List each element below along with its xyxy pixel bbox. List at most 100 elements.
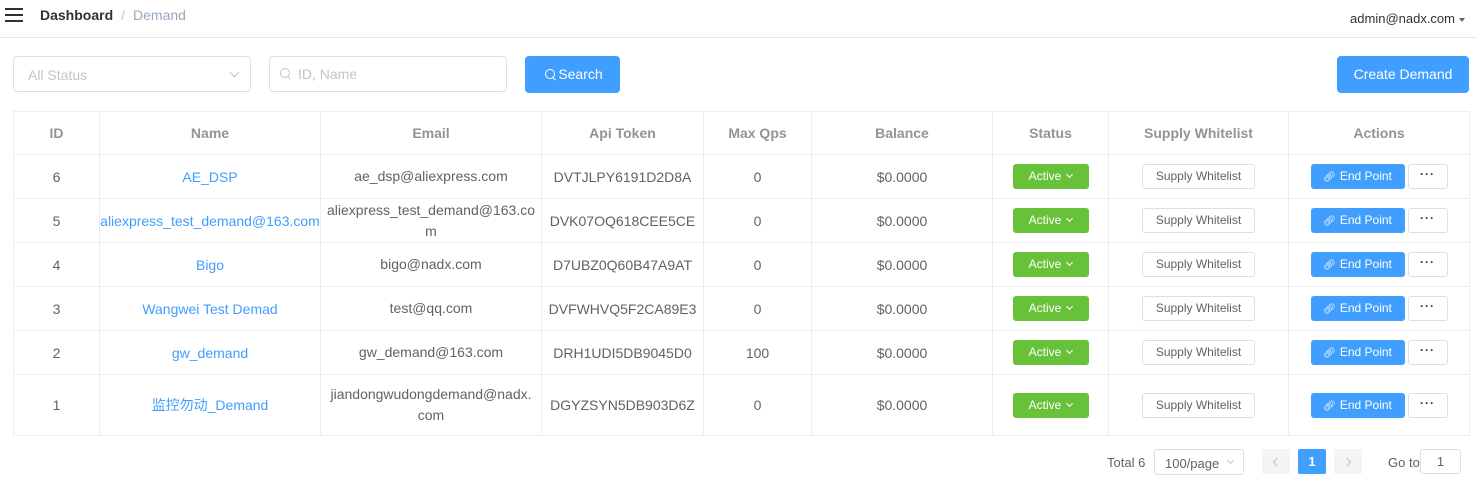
status-label: Active xyxy=(1028,169,1062,183)
cell-balance: $0.0000 xyxy=(811,198,993,243)
status-label: Active xyxy=(1028,213,1062,227)
status-dropdown-button[interactable]: Active xyxy=(1012,208,1089,233)
goto-page-input[interactable] xyxy=(1420,449,1461,474)
paperclip-icon: 🔗︎ xyxy=(1323,400,1336,412)
cell-api-token: DVFWHVQ5F2CA89E3 xyxy=(541,286,704,331)
chevron-down-icon xyxy=(1066,302,1074,311)
search-icon xyxy=(280,68,291,79)
cell-balance: $0.0000 xyxy=(811,242,993,287)
more-actions-button[interactable]: ··· xyxy=(1407,252,1448,277)
cell-api-token: DGYZSYN5DB903D6Z xyxy=(541,374,704,436)
end-point-button[interactable]: 🔗︎ End Point xyxy=(1310,208,1405,233)
table-row: 6 AE_DSP ae_dsp@aliexpress.com DVTJLPY61… xyxy=(13,154,1470,199)
end-point-button[interactable]: 🔗︎ End Point xyxy=(1310,164,1405,189)
demand-name-link[interactable]: Wangwei Test Demad xyxy=(142,301,277,317)
status-filter-select[interactable]: All Status xyxy=(13,56,251,92)
cell-email: aliexpress_test_demand@163.com xyxy=(320,198,542,243)
cell-max-qps: 0 xyxy=(703,374,812,436)
more-actions-button[interactable]: ··· xyxy=(1407,392,1448,418)
next-page-button[interactable] xyxy=(1334,449,1362,474)
demand-name-link[interactable]: 监控勿动_Demand xyxy=(152,397,269,413)
demand-name-link[interactable]: gw_demand xyxy=(172,345,248,361)
cell-api-token: D7UBZ0Q60B47A9AT xyxy=(541,242,704,287)
column-header-max-qps: Max Qps xyxy=(703,111,812,155)
chevron-down-icon xyxy=(1066,170,1074,179)
status-label: Active xyxy=(1028,301,1062,315)
end-point-label: End Point xyxy=(1339,169,1392,183)
paperclip-icon: 🔗︎ xyxy=(1323,216,1336,227)
goto-label: Go to xyxy=(1388,455,1420,470)
status-dropdown-button[interactable]: Active xyxy=(1012,164,1089,189)
search-button[interactable]: Search xyxy=(525,56,620,93)
cell-email: bigo@nadx.com xyxy=(320,242,542,287)
more-actions-button[interactable]: ··· xyxy=(1407,208,1448,233)
cell-id: 2 xyxy=(13,330,100,375)
supply-whitelist-button[interactable]: Supply Whitelist xyxy=(1142,296,1255,321)
cell-email: test@qq.com xyxy=(320,286,542,331)
demand-table: ID Name Email Api Token Max Qps Balance … xyxy=(13,111,1470,436)
breadcrumb-dashboard[interactable]: Dashboard xyxy=(40,7,113,23)
paperclip-icon: 🔗︎ xyxy=(1323,172,1336,183)
status-dropdown-button[interactable]: Active xyxy=(1012,340,1089,365)
hamburger-menu-icon[interactable] xyxy=(5,7,23,23)
breadcrumb: Dashboard / Demand xyxy=(40,7,186,23)
supply-whitelist-button[interactable]: Supply Whitelist xyxy=(1142,340,1255,365)
column-header-status: Status xyxy=(992,111,1109,155)
cell-max-qps: 0 xyxy=(703,242,812,287)
cell-api-token: DVK07OQ618CEE5CE xyxy=(541,198,704,243)
cell-id: 4 xyxy=(13,242,100,287)
status-label: Active xyxy=(1028,257,1062,271)
table-row: 5 aliexpress_test_demand@163.com aliexpr… xyxy=(13,198,1470,243)
column-header-balance: Balance xyxy=(811,111,993,155)
top-navbar: Dashboard / Demand admin@nadx.com xyxy=(0,0,1477,38)
status-filter-placeholder: All Status xyxy=(28,67,88,83)
supply-whitelist-button[interactable]: Supply Whitelist xyxy=(1142,208,1255,233)
supply-whitelist-button[interactable]: Supply Whitelist xyxy=(1142,164,1255,189)
cell-id: 5 xyxy=(13,198,100,243)
supply-whitelist-button[interactable]: Supply Whitelist xyxy=(1142,392,1255,418)
end-point-label: End Point xyxy=(1339,301,1392,315)
pagination-total: Total 6 xyxy=(1107,455,1146,470)
page-size-select[interactable]: 100/page xyxy=(1154,449,1244,475)
end-point-label: End Point xyxy=(1339,345,1392,359)
cell-max-qps: 0 xyxy=(703,154,812,199)
cell-max-qps: 100 xyxy=(703,330,812,375)
end-point-button[interactable]: 🔗︎ End Point xyxy=(1310,340,1405,365)
chevron-down-icon xyxy=(229,67,240,78)
demand-name-link[interactable]: Bigo xyxy=(196,257,224,273)
column-header-api-token: Api Token xyxy=(541,111,704,155)
cell-balance: $0.0000 xyxy=(811,330,993,375)
page-number-current[interactable]: 1 xyxy=(1298,449,1326,474)
more-actions-button[interactable]: ··· xyxy=(1407,296,1448,321)
cell-api-token: DRH1UDI5DB9045D0 xyxy=(541,330,704,375)
search-input[interactable] xyxy=(298,58,498,90)
chevron-down-icon xyxy=(1226,456,1235,465)
create-demand-button[interactable]: Create Demand xyxy=(1337,56,1469,93)
status-dropdown-button[interactable]: Active xyxy=(1012,252,1089,277)
user-menu[interactable]: admin@nadx.com xyxy=(1350,12,1455,26)
search-icon xyxy=(545,69,556,80)
cell-balance: $0.0000 xyxy=(811,154,993,199)
end-point-button[interactable]: 🔗︎ End Point xyxy=(1310,392,1405,418)
supply-whitelist-button[interactable]: Supply Whitelist xyxy=(1142,252,1255,277)
cell-api-token: DVTJLPY6191D2D8A xyxy=(541,154,704,199)
paperclip-icon: 🔗︎ xyxy=(1323,260,1336,271)
table-row: 3 Wangwei Test Demad test@qq.com DVFWHVQ… xyxy=(13,286,1470,331)
more-actions-button[interactable]: ··· xyxy=(1407,164,1448,189)
caret-down-icon[interactable] xyxy=(1459,18,1465,22)
more-actions-button[interactable]: ··· xyxy=(1407,340,1448,365)
end-point-button[interactable]: 🔗︎ End Point xyxy=(1310,252,1405,277)
search-field[interactable] xyxy=(269,56,507,92)
demand-name-link[interactable]: AE_DSP xyxy=(182,169,237,185)
table-row: 2 gw_demand gw_demand@163.com DRH1UDI5DB… xyxy=(13,330,1470,375)
status-dropdown-button[interactable]: Active xyxy=(1012,296,1089,321)
cell-max-qps: 0 xyxy=(703,198,812,243)
chevron-down-icon xyxy=(1066,346,1074,355)
cell-email: gw_demand@163.com xyxy=(320,330,542,375)
chevron-down-icon xyxy=(1066,214,1074,223)
status-dropdown-button[interactable]: Active xyxy=(1012,392,1089,418)
end-point-button[interactable]: 🔗︎ End Point xyxy=(1310,296,1405,321)
demand-name-link[interactable]: aliexpress_test_demand@163.com xyxy=(100,213,320,229)
prev-page-button[interactable] xyxy=(1262,449,1290,474)
table-header-row: ID Name Email Api Token Max Qps Balance … xyxy=(13,111,1470,155)
